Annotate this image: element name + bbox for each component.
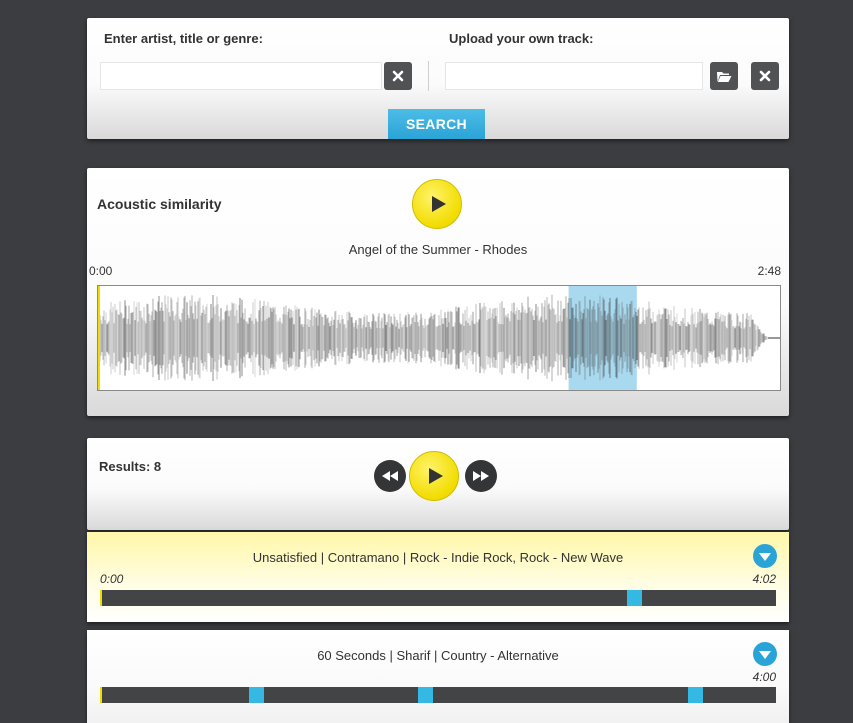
playhead <box>100 590 102 606</box>
chevron-down-icon <box>759 651 771 659</box>
result-start-time: 0:00 <box>100 572 124 586</box>
expand-result-button[interactable] <box>753 642 777 666</box>
playhead[interactable] <box>98 286 100 390</box>
playhead <box>100 687 102 703</box>
play-icon <box>429 468 443 484</box>
artist-search-label: Enter artist, title or genre: <box>104 31 263 46</box>
results-panel: Results: 8 <box>87 438 789 530</box>
upload-track-label: Upload your own track: <box>449 31 594 46</box>
fast-forward-icon <box>473 471 489 481</box>
browse-file-button[interactable] <box>710 62 738 90</box>
next-button[interactable] <box>465 460 497 492</box>
result-progress-bar[interactable] <box>100 590 776 606</box>
result-end-time: 4:00 <box>752 670 776 684</box>
chevron-down-icon <box>759 553 771 561</box>
results-count: Results: 8 <box>99 459 162 474</box>
artist-search-input[interactable] <box>100 62 382 90</box>
close-icon <box>759 70 771 82</box>
result-title: 60 Seconds | Sharif | Country - Alternat… <box>317 648 559 663</box>
upload-track-input[interactable] <box>445 62 703 90</box>
folder-open-icon <box>716 70 732 83</box>
search-panel: Enter artist, title or genre: Upload you… <box>87 18 789 139</box>
result-progress-bar[interactable] <box>100 687 776 703</box>
result-item[interactable]: Unsatisfied | Contramano | Rock - Indie … <box>87 532 789 622</box>
divider <box>428 61 429 91</box>
previous-button[interactable] <box>374 460 406 492</box>
track-title: Angel of the Summer - Rhodes <box>348 242 528 257</box>
clear-search-button[interactable] <box>384 62 412 90</box>
similarity-marker[interactable] <box>248 687 264 703</box>
close-icon <box>392 70 404 82</box>
search-button[interactable]: SEARCH <box>388 109 485 139</box>
start-time: 0:00 <box>89 264 113 278</box>
expand-result-button[interactable] <box>753 544 777 568</box>
waveform-lines <box>99 294 780 382</box>
clear-upload-button[interactable] <box>751 62 779 90</box>
section-title: Acoustic similarity <box>97 196 222 212</box>
waveform[interactable] <box>97 285 781 391</box>
end-time: 2:48 <box>757 264 781 278</box>
similarity-marker[interactable] <box>627 590 643 606</box>
play-icon <box>432 196 446 212</box>
similarity-marker[interactable] <box>688 687 704 703</box>
play-results-button[interactable] <box>409 451 459 501</box>
similarity-marker[interactable] <box>417 687 433 703</box>
waveform-graph <box>98 286 780 390</box>
play-button[interactable] <box>412 179 462 229</box>
result-item[interactable]: 60 Seconds | Sharif | Country - Alternat… <box>87 630 789 723</box>
result-end-time: 4:02 <box>752 572 776 586</box>
acoustic-similarity-panel: Acoustic similarity Angel of the Summer … <box>87 168 789 416</box>
rewind-icon <box>382 471 398 481</box>
result-title: Unsatisfied | Contramano | Rock - Indie … <box>252 550 624 565</box>
